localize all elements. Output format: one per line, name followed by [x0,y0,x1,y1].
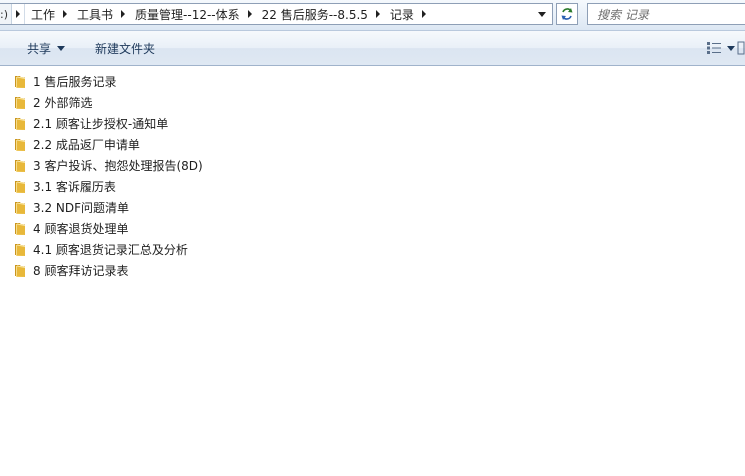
folder-name[interactable]: 3.2 NDF问题清单 [33,199,129,216]
folder-item[interactable]: 3 客户投诉、抱怨处理报告(8D) [14,155,203,175]
folder-item[interactable]: 3.2 NDF问题清单 [14,197,129,217]
breadcrumb-item[interactable]: 22 售后服务--8.5.5 [256,4,384,24]
breadcrumb-arrow[interactable] [244,10,256,18]
folder-icon [14,115,30,131]
folder-item[interactable]: 4 顾客退货处理单 [14,218,128,238]
folder-name[interactable]: 8 顾客拜访记录表 [33,262,128,279]
view-options-dropdown[interactable] [727,46,735,51]
folder-name[interactable]: 4 顾客退货处理单 [33,220,128,237]
folder-item[interactable]: 1 售后服务记录 [14,71,116,91]
folder-item[interactable]: 2.2 成品返厂申请单 [14,134,140,154]
folder-icon [14,220,30,236]
refresh-button[interactable] [556,3,578,25]
breadcrumb-label[interactable]: 22 售后服务--8.5.5 [256,6,372,23]
view-details-icon [707,42,721,54]
address-bar-row: :) 工作 工具书 质量管理--12--体系 22 售后服务--8.5.5 记录 [0,0,745,31]
breadcrumb-item[interactable]: 工具书 [71,4,129,24]
address-bar[interactable]: :) 工作 工具书 质量管理--12--体系 22 售后服务--8.5.5 记录 [0,3,553,25]
folder-icon [14,94,30,110]
folder-name[interactable]: 4.1 顾客退货记录汇总及分析 [33,241,188,258]
share-label: 共享 [27,41,52,56]
command-toolbar: 共享 新建文件夹 [0,31,745,66]
breadcrumb-arrow[interactable] [418,10,430,18]
breadcrumb-item[interactable]: 记录 [384,4,430,24]
address-root-label: :) [0,7,8,21]
folder-item[interactable]: 2 外部筛选 [14,92,92,112]
breadcrumb-label[interactable]: 质量管理--12--体系 [129,6,244,23]
preview-pane-button[interactable] [737,41,745,55]
folder-item[interactable]: 2.1 顾客让步授权-通知单 [14,113,168,133]
new-folder-button[interactable]: 新建文件夹 [95,31,155,65]
breadcrumb-arrow[interactable] [117,10,129,18]
folder-name[interactable]: 1 售后服务记录 [33,73,116,90]
folder-icon [14,136,30,152]
folder-item[interactable]: 4.1 顾客退货记录汇总及分析 [14,239,188,259]
folder-item[interactable]: 3.1 客诉履历表 [14,176,116,196]
folder-icon [14,262,30,278]
folder-name[interactable]: 3.1 客诉履历表 [33,178,116,195]
breadcrumb-root-arrow[interactable] [12,4,25,24]
breadcrumb-label[interactable]: 工作 [25,6,59,23]
folder-item[interactable]: 8 顾客拜访记录表 [14,260,128,280]
breadcrumb-item[interactable]: 质量管理--12--体系 [129,4,256,24]
folder-icon [14,241,30,257]
folder-name[interactable]: 3 客户投诉、抱怨处理报告(8D) [33,157,203,174]
breadcrumb-label[interactable]: 工具书 [71,6,117,23]
breadcrumb-label[interactable]: 记录 [384,6,418,23]
folder-name[interactable]: 2 外部筛选 [33,94,92,111]
refresh-icon [561,8,573,20]
share-button[interactable]: 共享 [27,31,66,65]
preview-pane-icon [737,41,745,55]
search-input[interactable]: 搜索 记录 [587,3,745,25]
chevron-down-icon [538,11,546,17]
folder-icon [14,73,30,89]
address-history-dropdown[interactable] [535,4,549,24]
address-root-fragment[interactable]: :) [0,4,12,24]
folder-icon [14,157,30,173]
folder-icon [14,178,30,194]
new-folder-label: 新建文件夹 [95,41,156,56]
search-placeholder: 搜索 记录 [597,7,649,22]
chevron-down-icon [727,46,735,51]
folder-name[interactable]: 2.1 顾客让步授权-通知单 [33,115,168,132]
breadcrumb-arrow[interactable] [59,10,71,18]
folder-icon [14,199,30,215]
breadcrumb-arrow[interactable] [372,10,384,18]
change-view-button[interactable] [706,41,722,55]
breadcrumb-item[interactable]: 工作 [25,4,71,24]
folder-name[interactable]: 2.2 成品返厂申请单 [33,136,140,153]
chevron-down-icon [57,45,66,51]
